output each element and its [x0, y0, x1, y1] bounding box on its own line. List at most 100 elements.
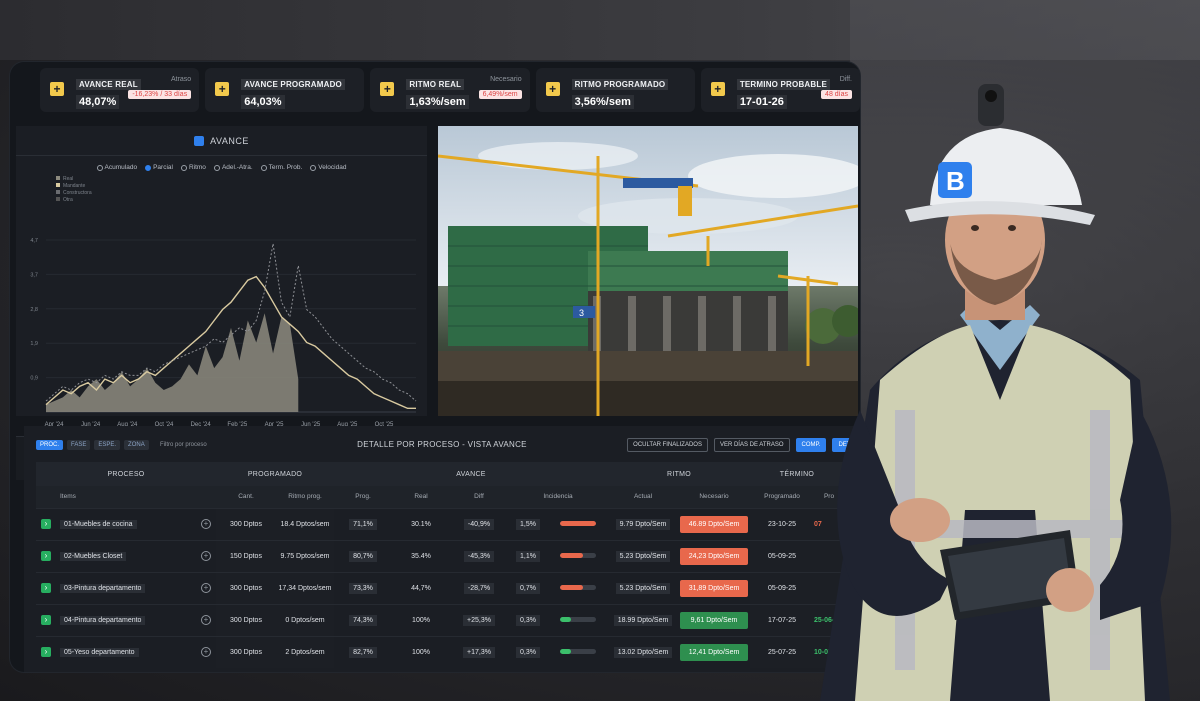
actual-cell: 13.02 Dpto/Sem	[608, 636, 678, 668]
plus-icon[interactable]: +	[50, 82, 64, 96]
chart-mode-radio[interactable]: Acumulado	[96, 164, 138, 171]
inc-value: 0,7%	[516, 582, 540, 594]
prog-cell: 73,3%	[334, 572, 392, 604]
chart-mode-radio[interactable]: Adel.-Atra.	[213, 164, 253, 171]
radio-icon[interactable]	[145, 164, 152, 171]
add-icon[interactable]: +	[201, 647, 211, 658]
incidence-bar	[560, 521, 596, 527]
add-icon[interactable]: +	[201, 583, 211, 593]
table-row[interactable]: › 03-Pintura departamento +300 Dptos 17,34 …	[36, 572, 844, 604]
add-icon[interactable]: +	[201, 551, 211, 561]
chevron-right-icon[interactable]: ›	[41, 647, 51, 658]
sub-header: Cant.	[216, 486, 276, 508]
table-row[interactable]: › 05-Yeso departamento +300 Dptos 2 Dptos/s…	[36, 636, 844, 668]
kpi-value: 1,63%/sem	[406, 95, 469, 109]
ritmo-prog-cell: 17,34 Dptos/sem	[276, 572, 334, 604]
detail-button[interactable]: VER DÍAS DE ATRASO	[713, 438, 790, 452]
chart-mode-radio[interactable]: Term. Prob.	[260, 164, 302, 171]
chart-mode-radio[interactable]: Parcial	[145, 164, 173, 171]
sub-header: Ritmo prog.	[276, 486, 334, 508]
ritmo-prog-cell: 9.75 Dptos/sem	[276, 540, 334, 572]
process-name-cell: 01-Muebles de cocina	[56, 508, 196, 540]
necesario-badge: 9,61 Dpto/Sem	[680, 611, 748, 629]
actual-cell: 5.23 Dpto/Sem	[608, 572, 678, 604]
add-icon[interactable]: +	[201, 615, 211, 625]
kpi-side-label: Atraso	[170, 76, 192, 83]
plus-icon[interactable]: +	[545, 82, 560, 96]
chart-title: AVANCE	[210, 135, 249, 146]
chart-mode-radio[interactable]: Velocidad	[310, 164, 346, 171]
legend-swatch	[56, 183, 60, 187]
process-name: 02-Muebles Closet	[60, 551, 127, 561]
table-row[interactable]: › 02-Muebles Closet +150 Dptos 9.75 Dptos/s…	[36, 540, 844, 572]
inc-cell: 1,5%	[508, 508, 548, 540]
legend-swatch	[56, 197, 60, 201]
incidence-bar-fill	[560, 585, 584, 591]
necesario-cell: 31,89 Dpto/Sem	[678, 572, 750, 604]
kpi-card[interactable]: + RITMO REAL 1,63%/sem Necesario 6,49%/sem	[370, 68, 530, 112]
kpi-card[interactable]: + AVANCE REAL 48,07% Atraso -16,23% / 33 día…	[40, 68, 200, 112]
prog-cell: 74,3%	[334, 604, 392, 636]
process-name-cell: 03-Pintura departamento	[56, 572, 196, 604]
table-row[interactable]: › 01-Muebles de cocina +300 Dptos 18.4 Dpto…	[36, 508, 844, 540]
incidence-bar	[560, 649, 596, 655]
plus-icon[interactable]: +	[215, 82, 230, 96]
kpi-card[interactable]: + AVANCE PROGRAMADO 64,03%	[205, 68, 365, 112]
radio-icon[interactable]	[180, 164, 187, 171]
legend-label: Constructora	[63, 190, 92, 196]
actual-cell: 5.23 Dpto/Sem	[608, 540, 678, 572]
prog-cell: 82,7%	[334, 636, 392, 668]
radio-label: Acumulado	[104, 164, 138, 171]
chart-icon	[194, 135, 205, 146]
inc-cell: 0,3%	[508, 636, 548, 668]
cant-cell: 300 Dptos	[216, 572, 276, 604]
ritmo-prog-cell: 18.4 Dptos/sem	[276, 508, 334, 540]
table-row[interactable]: › 04-Pintura departamento +300 Dptos 0 Dpto…	[36, 604, 844, 636]
diff-cell: -28,7%	[450, 572, 508, 604]
radio-icon[interactable]	[213, 164, 220, 171]
necesario-cell: 46.89 Dpto/Sem	[678, 508, 750, 540]
radio-label: Ritmo	[188, 164, 206, 171]
diff-value: -45,3%	[463, 550, 495, 562]
sub-header: Incidencia	[508, 486, 608, 508]
add-cell: +	[196, 572, 216, 604]
necesario-cell: 9,61 Dpto/Sem	[678, 604, 750, 636]
expand-cell: ›	[36, 604, 56, 636]
chevron-right-icon[interactable]: ›	[41, 615, 51, 625]
real-cell: 35.4%	[392, 540, 450, 572]
group-header: PROGRAMADO	[216, 462, 334, 486]
y-tick-label: 0,9	[30, 376, 38, 382]
cant-cell: 300 Dptos	[216, 604, 276, 636]
chart-mode-radio[interactable]: Ritmo	[180, 164, 206, 171]
radio-icon[interactable]	[96, 164, 103, 171]
prog-value: 71,1%	[349, 518, 377, 530]
diff-cell: +17,3%	[450, 636, 508, 668]
diff-cell: -40,9%	[450, 508, 508, 540]
chevron-right-icon[interactable]: ›	[41, 519, 51, 529]
chart-panel: AVANCE Acumulado Parcial Ritmo Adel.-Atra. T…	[16, 126, 427, 480]
chevron-right-icon[interactable]: ›	[41, 583, 51, 593]
actual-cell: 9.79 Dpto/Sem	[608, 508, 678, 540]
add-icon[interactable]: +	[201, 519, 211, 529]
radio-icon[interactable]	[310, 164, 317, 171]
radio-icon[interactable]	[260, 164, 267, 171]
add-cell: +	[196, 636, 216, 668]
plus-icon[interactable]: +	[380, 82, 395, 96]
prog-cell: 80,7%	[334, 540, 392, 572]
kpi-card[interactable]: + RITMO PROGRAMADO 3,56%/sem	[535, 68, 695, 112]
chevron-right-icon[interactable]: ›	[41, 551, 51, 561]
cant-cell: 300 Dptos	[216, 636, 276, 668]
construction-photo: 3	[438, 126, 858, 416]
plus-icon[interactable]: +	[710, 82, 725, 96]
legend-label: Real	[63, 176, 73, 182]
process-name-cell: 04-Pintura departamento	[56, 604, 196, 636]
necesario-cell: 12,41 Dpto/Sem	[678, 636, 750, 668]
legend-swatch	[56, 190, 60, 194]
add-cell: +	[196, 604, 216, 636]
detail-button[interactable]: OCULTAR FINALIZADOS	[627, 438, 708, 452]
cant-cell: 150 Dptos	[216, 540, 276, 572]
incidence-bar-cell	[548, 604, 608, 636]
incidence-bar-fill	[560, 649, 571, 655]
real-value: 35.4%	[411, 552, 431, 560]
process-table: PROCESO PROGRAMADO AVANCE RITMO TÉRMINO Item…	[36, 462, 844, 668]
